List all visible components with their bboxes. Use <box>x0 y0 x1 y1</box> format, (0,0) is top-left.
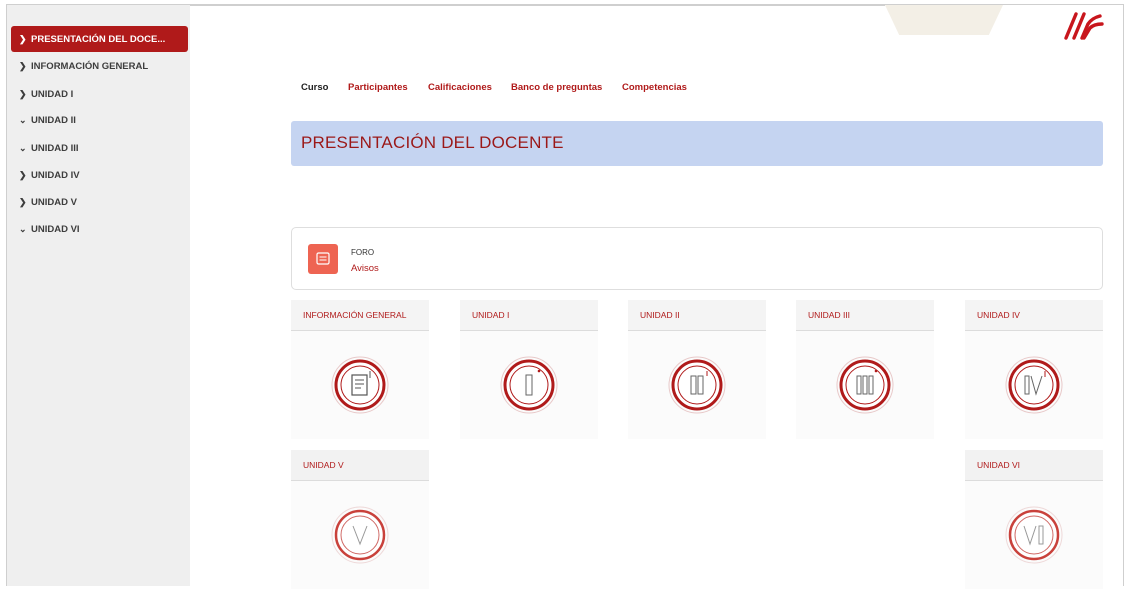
unit-tile-unidad-2[interactable]: UNIDAD II <box>628 300 766 439</box>
tab-participantes[interactable]: Participantes <box>348 82 408 93</box>
tab-curso[interactable]: Curso <box>301 82 328 93</box>
chevron-down-icon: ⌄ <box>19 143 27 153</box>
unit-tile-unidad-4[interactable]: UNIDAD IV <box>965 300 1103 439</box>
chevron-right-icon: ❯ <box>19 89 27 99</box>
sidebar-item-label: INFORMACIÓN GENERAL <box>31 61 149 72</box>
unit-tile-unidad-1[interactable]: UNIDAD I <box>460 300 598 439</box>
unit-tile-unidad-6[interactable]: UNIDAD VI <box>965 450 1103 589</box>
activity-type-label: FORO <box>351 248 375 257</box>
sidebar-item-unidad-5[interactable]: ❯ UNIDAD V <box>11 189 188 215</box>
sidebar-item-label: UNIDAD III <box>31 143 79 154</box>
chevron-down-icon: ⌄ <box>19 115 27 125</box>
brand-logo-icon <box>1064 12 1104 40</box>
sidebar-item-unidad-2[interactable]: ⌄ UNIDAD II <box>11 107 188 133</box>
sidebar-item-unidad-6[interactable]: ⌄ UNIDAD VI <box>11 216 188 242</box>
section-banner: PRESENTACIÓN DEL DOCENTE <box>291 121 1103 166</box>
roman-1-icon <box>500 356 558 414</box>
sidebar-item-label: UNIDAD IV <box>31 170 80 181</box>
unit-tile-unidad-3[interactable]: UNIDAD III <box>796 300 934 439</box>
header-decoration <box>885 5 1003 35</box>
forum-icon[interactable] <box>308 244 338 274</box>
sidebar-item-label: PRESENTACIÓN DEL DOCE... <box>31 34 166 45</box>
roman-2-icon <box>668 356 726 414</box>
roman-6-icon <box>1005 506 1063 564</box>
tab-competencias[interactable]: Competencias <box>622 82 687 93</box>
forum-activity-card: FORO Avisos <box>291 227 1103 290</box>
roman-4-icon <box>1005 356 1063 414</box>
tab-banco-de-preguntas[interactable]: Banco de preguntas <box>511 82 602 93</box>
sidebar-item-unidad-4[interactable]: ❯ UNIDAD IV <box>11 162 188 188</box>
chevron-down-icon: ⌄ <box>19 224 27 234</box>
document-icon <box>331 356 389 414</box>
roman-5-icon <box>331 506 389 564</box>
unit-tile-title: UNIDAD I <box>460 300 598 331</box>
forum-avisos-link[interactable]: Avisos <box>351 263 379 274</box>
unit-tile-title: INFORMACIÓN GENERAL <box>291 300 429 331</box>
sidebar-item-label: UNIDAD V <box>31 197 77 208</box>
unit-tile-informacion-general[interactable]: INFORMACIÓN GENERAL <box>291 300 429 439</box>
chevron-right-icon: ❯ <box>19 34 27 44</box>
unit-tile-title: UNIDAD VI <box>965 450 1103 481</box>
chevron-right-icon: ❯ <box>19 170 27 180</box>
chevron-right-icon: ❯ <box>19 61 27 71</box>
sidebar-item-label: UNIDAD II <box>31 115 76 126</box>
unit-tile-title: UNIDAD II <box>628 300 766 331</box>
unit-tile-unidad-5[interactable]: UNIDAD V <box>291 450 429 589</box>
sidebar-item-unidad-3[interactable]: ⌄ UNIDAD III <box>11 135 188 161</box>
chevron-right-icon: ❯ <box>19 197 27 207</box>
sidebar-item-unidad-1[interactable]: ❯ UNIDAD I <box>11 81 188 107</box>
sidebar-item-presentacion[interactable]: ❯ PRESENTACIÓN DEL DOCE... <box>11 26 188 52</box>
sidebar-item-label: UNIDAD VI <box>31 224 80 235</box>
course-index-sidebar: ❯ PRESENTACIÓN DEL DOCE... ❯ INFORMACIÓN G… <box>7 5 190 586</box>
sidebar-item-label: UNIDAD I <box>31 89 74 100</box>
page-title: PRESENTACIÓN DEL DOCENTE <box>301 133 564 152</box>
unit-tile-title: UNIDAD V <box>291 450 429 481</box>
roman-3-icon <box>836 356 894 414</box>
unit-tile-title: UNIDAD III <box>796 300 934 331</box>
unit-tile-title: UNIDAD IV <box>965 300 1103 331</box>
header-divider <box>190 5 885 6</box>
tab-calificaciones[interactable]: Calificaciones <box>428 82 492 93</box>
sidebar-item-informacion-general[interactable]: ❯ INFORMACIÓN GENERAL <box>11 53 188 79</box>
